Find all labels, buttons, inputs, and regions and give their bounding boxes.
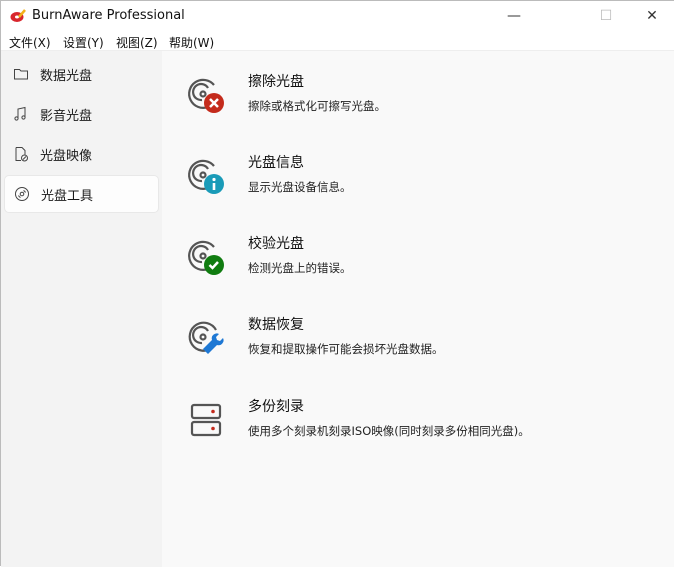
disc-icon xyxy=(15,187,29,201)
tool-description: 使用多个刻录机刻录ISO映像(同时刻录多份相同光盘)。 xyxy=(248,424,530,438)
sidebar: 数据光盘 影音光盘 光盘映像 光盘工具 xyxy=(1,51,162,567)
app-logo-icon xyxy=(10,9,26,22)
close-button[interactable]: ✕ xyxy=(629,1,674,31)
tool-description: 恢复和提取操作可能会损坏光盘数据。 xyxy=(248,342,444,356)
tool-verify-disc[interactable]: 校验光盘 检测光盘上的错误。 xyxy=(182,233,652,293)
menu-settings[interactable]: 设置(Y) xyxy=(63,34,104,51)
disc-info-icon xyxy=(188,159,224,194)
tool-title: 擦除光盘 xyxy=(248,74,304,90)
tool-multi-burn[interactable]: 多份刻录 使用多个刻录机刻录ISO映像(同时刻录多份相同光盘)。 xyxy=(182,396,652,456)
sidebar-item-disc-image[interactable]: 光盘映像 xyxy=(4,135,159,173)
tool-description: 显示光盘设备信息。 xyxy=(248,180,352,194)
sidebar-item-data-disc[interactable]: 数据光盘 xyxy=(4,55,159,93)
menu-file[interactable]: 文件(X) xyxy=(9,34,51,51)
tool-title: 多份刻录 xyxy=(248,399,304,415)
folder-icon xyxy=(14,69,28,80)
sidebar-item-label: 数据光盘 xyxy=(40,68,93,84)
menu-view[interactable]: 视图(Z) xyxy=(116,34,158,51)
sidebar-item-label: 影音光盘 xyxy=(40,108,93,124)
disc-image-icon xyxy=(15,147,28,162)
music-icon xyxy=(14,106,26,121)
title-bar: BurnAware Professional — ☐ ✕ xyxy=(1,1,674,31)
sidebar-item-media-disc[interactable]: 影音光盘 xyxy=(4,95,159,133)
window-title: BurnAware Professional xyxy=(32,8,185,23)
sidebar-item-label: 光盘工具 xyxy=(41,188,94,204)
tool-title: 数据恢复 xyxy=(248,317,304,333)
tools-panel: 擦除光盘 擦除或格式化可擦写光盘。 光盘信息 显示光盘设备信息。 校验光盘 检测… xyxy=(162,51,674,567)
tool-title: 光盘信息 xyxy=(248,155,304,171)
maximize-button[interactable]: ☐ xyxy=(583,1,629,31)
tool-description: 检测光盘上的错误。 xyxy=(248,261,352,275)
minimize-button[interactable]: — xyxy=(491,1,537,31)
tool-data-recovery[interactable]: 数据恢复 恢复和提取操作可能会损坏光盘数据。 xyxy=(182,314,652,374)
verify-disc-icon xyxy=(188,240,224,275)
multi-burner-icon xyxy=(190,403,222,437)
erase-disc-icon xyxy=(188,78,224,113)
sidebar-item-label: 光盘映像 xyxy=(40,148,93,164)
tool-disc-info[interactable]: 光盘信息 显示光盘设备信息。 xyxy=(182,152,652,212)
tool-erase-disc[interactable]: 擦除光盘 擦除或格式化可擦写光盘。 xyxy=(182,71,652,131)
tool-description: 擦除或格式化可擦写光盘。 xyxy=(248,99,386,113)
menu-help[interactable]: 帮助(W) xyxy=(169,34,214,51)
tool-title: 校验光盘 xyxy=(248,236,304,252)
data-recovery-icon xyxy=(188,321,224,354)
menu-bar: 文件(X) 设置(Y) 视图(Z) 帮助(W) xyxy=(1,31,674,51)
sidebar-item-disc-tools[interactable]: 光盘工具 xyxy=(4,175,159,213)
